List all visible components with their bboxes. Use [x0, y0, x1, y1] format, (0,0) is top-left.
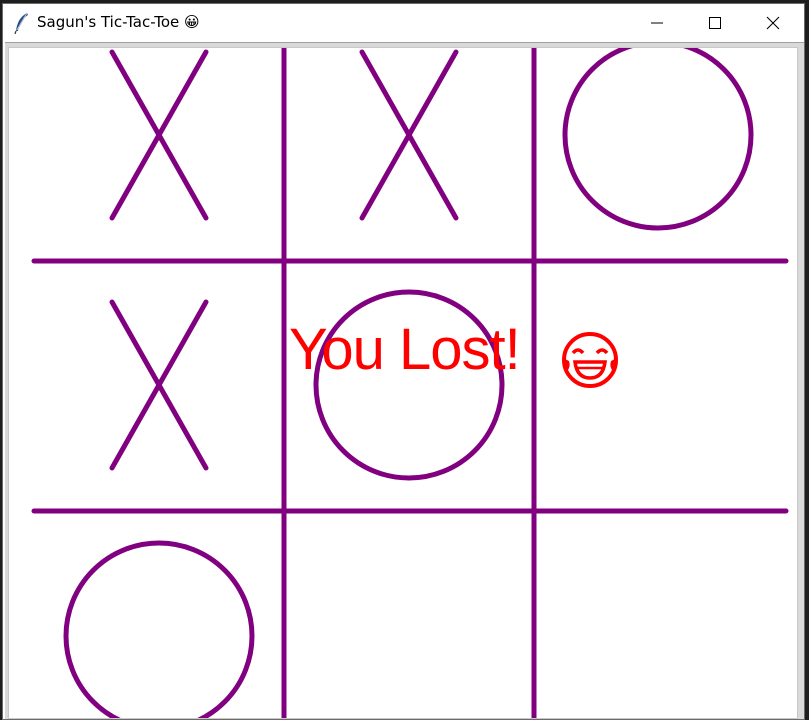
maximize-icon	[709, 17, 721, 29]
game-status-text: You Lost!	[289, 317, 521, 382]
feather-icon	[14, 12, 28, 34]
game-canvas[interactable]: You Lost!	[8, 47, 798, 719]
app-window: Sagun's Tic-Tac-Toe 😀 You Lost!	[2, 3, 805, 720]
title-bar[interactable]: Sagun's Tic-Tac-Toe 😀	[3, 4, 804, 41]
o-mark	[63, 540, 255, 718]
face-with-tears-of-joy-icon	[562, 332, 618, 388]
minimize-button[interactable]	[628, 4, 686, 41]
o-mark	[562, 48, 754, 231]
close-button[interactable]	[744, 4, 802, 41]
maximize-button[interactable]	[686, 4, 744, 41]
window-title: Sagun's Tic-Tac-Toe 😀	[37, 13, 200, 31]
window-frame: You Lost!	[5, 42, 804, 719]
game-board[interactable]	[9, 48, 798, 719]
close-icon	[766, 16, 780, 30]
minimize-icon	[651, 22, 663, 24]
